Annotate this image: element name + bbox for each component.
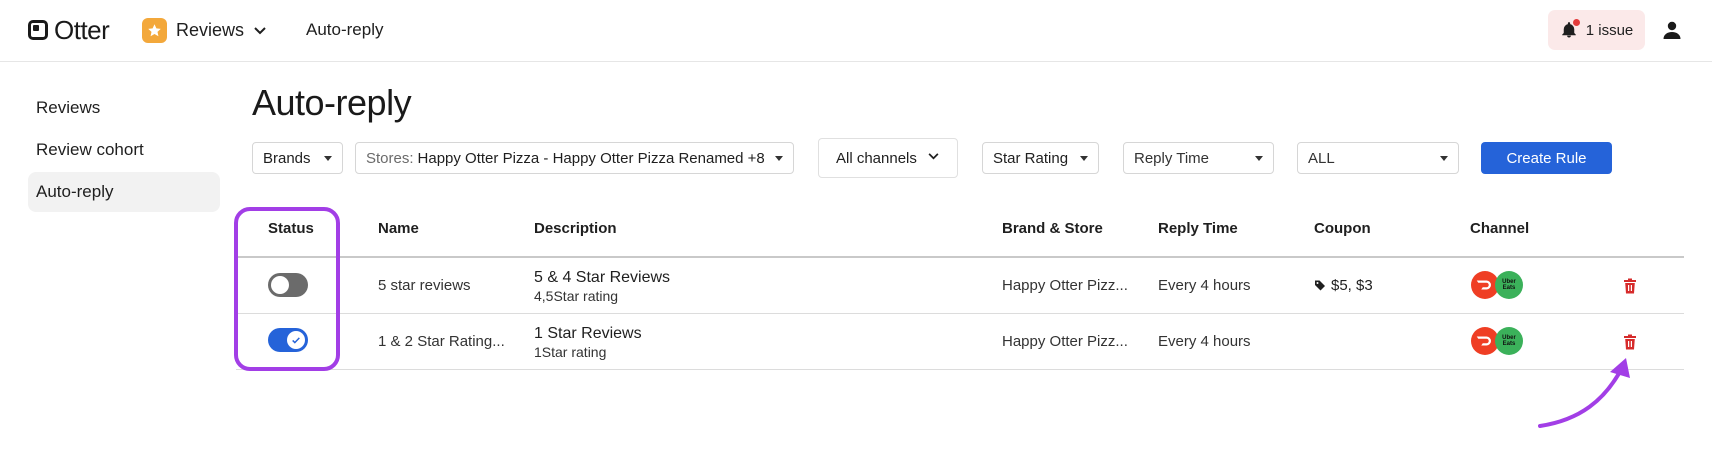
column-header-coupon: Coupon [1314, 220, 1371, 237]
tag-icon [1315, 280, 1325, 291]
sidebar-nav: Reviews Review cohort Auto-reply [28, 88, 220, 214]
caret-down-icon [1080, 156, 1088, 161]
channels-label: All channels [836, 149, 917, 167]
brands-filter-label: Brands [263, 149, 311, 167]
row-divider [236, 313, 1684, 314]
otter-logo-icon [28, 20, 48, 40]
star-rating-filter[interactable]: Star Rating [982, 142, 1099, 174]
reply-time-cell: Every 4 hours [1158, 333, 1251, 350]
table-header-divider [236, 256, 1684, 258]
row-divider [236, 369, 1684, 370]
coupon-cell: $5, $3 [1331, 277, 1373, 294]
channels-dropdown[interactable]: All channels [818, 138, 958, 178]
rule-name[interactable]: 1 & 2 Star Rating... [378, 333, 505, 350]
column-header-reply-time: Reply Time [1158, 220, 1238, 237]
annotation-arrow-icon [1538, 358, 1630, 428]
chevron-down-icon [928, 153, 939, 160]
uber-eats-icon: Uber Eats [1495, 271, 1523, 299]
caret-down-icon [775, 156, 783, 161]
caret-down-icon [324, 156, 332, 161]
issues-label: 1 issue [1585, 21, 1634, 39]
uber-eats-text-2: Eats [1502, 341, 1516, 347]
all-filter[interactable]: ALL [1297, 142, 1459, 174]
star-rating-label: Star Rating [993, 149, 1069, 167]
reply-time-label: Reply Time [1134, 149, 1210, 167]
uber-eats-icon: Uber Eats [1495, 327, 1523, 355]
logo-text: Otter [54, 14, 110, 45]
sidebar-item-reviews[interactable]: Reviews [28, 88, 220, 128]
page-title: Auto-reply [252, 82, 412, 123]
description-title: 1 Star Reviews [534, 325, 642, 342]
product-label: Reviews [176, 20, 245, 40]
uber-eats-text: Uber Eats [1502, 335, 1516, 347]
description-subtitle: 4,5Star rating [534, 288, 619, 304]
issues-button[interactable]: 1 issue [1548, 10, 1645, 50]
otter-logo[interactable]: Otter [28, 14, 110, 45]
chevron-down-icon [254, 26, 266, 34]
reply-time-cell: Every 4 hours [1158, 277, 1251, 294]
description-subtitle: 1Star rating [534, 344, 607, 360]
rule-name[interactable]: 5 star reviews [378, 277, 471, 294]
column-header-description: Description [534, 220, 617, 237]
notification-dot [1572, 19, 1580, 26]
sidebar-item-review-cohort[interactable]: Review cohort [28, 130, 220, 170]
brand-store-cell: Happy Otter Pizz... [1002, 333, 1128, 350]
user-icon[interactable] [1660, 18, 1684, 42]
column-header-brand-store: Brand & Store [1002, 220, 1103, 237]
stores-filter-prefix: Stores: [366, 149, 414, 167]
delete-icon[interactable] [1623, 334, 1637, 350]
uber-eats-text: Uber Eats [1502, 279, 1516, 291]
brand-store-cell: Happy Otter Pizz... [1002, 277, 1128, 294]
status-column-highlight [234, 207, 340, 371]
create-rule-button[interactable]: Create Rule [1481, 142, 1612, 174]
star-icon [142, 18, 167, 43]
top-header: Otter Reviews Auto-reply 1 issue [0, 0, 1712, 62]
column-header-name: Name [378, 220, 419, 237]
bell-icon [1560, 19, 1580, 39]
brands-filter[interactable]: Brands [252, 142, 343, 174]
header-breadcrumb[interactable]: Auto-reply [306, 20, 383, 40]
caret-down-icon [1255, 156, 1263, 161]
reply-time-filter[interactable]: Reply Time [1123, 142, 1274, 174]
stores-filter[interactable]: Stores: Happy Otter Pizza - Happy Otter … [355, 142, 794, 174]
delete-icon[interactable] [1623, 278, 1637, 294]
column-header-channel: Channel [1470, 220, 1530, 237]
all-filter-label: ALL [1308, 149, 1335, 167]
stores-filter-value: Happy Otter Pizza - Happy Otter Pizza Re… [417, 149, 765, 167]
sidebar-item-auto-reply[interactable]: Auto-reply [28, 172, 220, 212]
product-switcher[interactable]: Reviews [142, 18, 266, 43]
uber-eats-text-2: Eats [1502, 285, 1516, 291]
caret-down-icon [1440, 156, 1448, 161]
description-title: 5 & 4 Star Reviews [534, 269, 671, 286]
